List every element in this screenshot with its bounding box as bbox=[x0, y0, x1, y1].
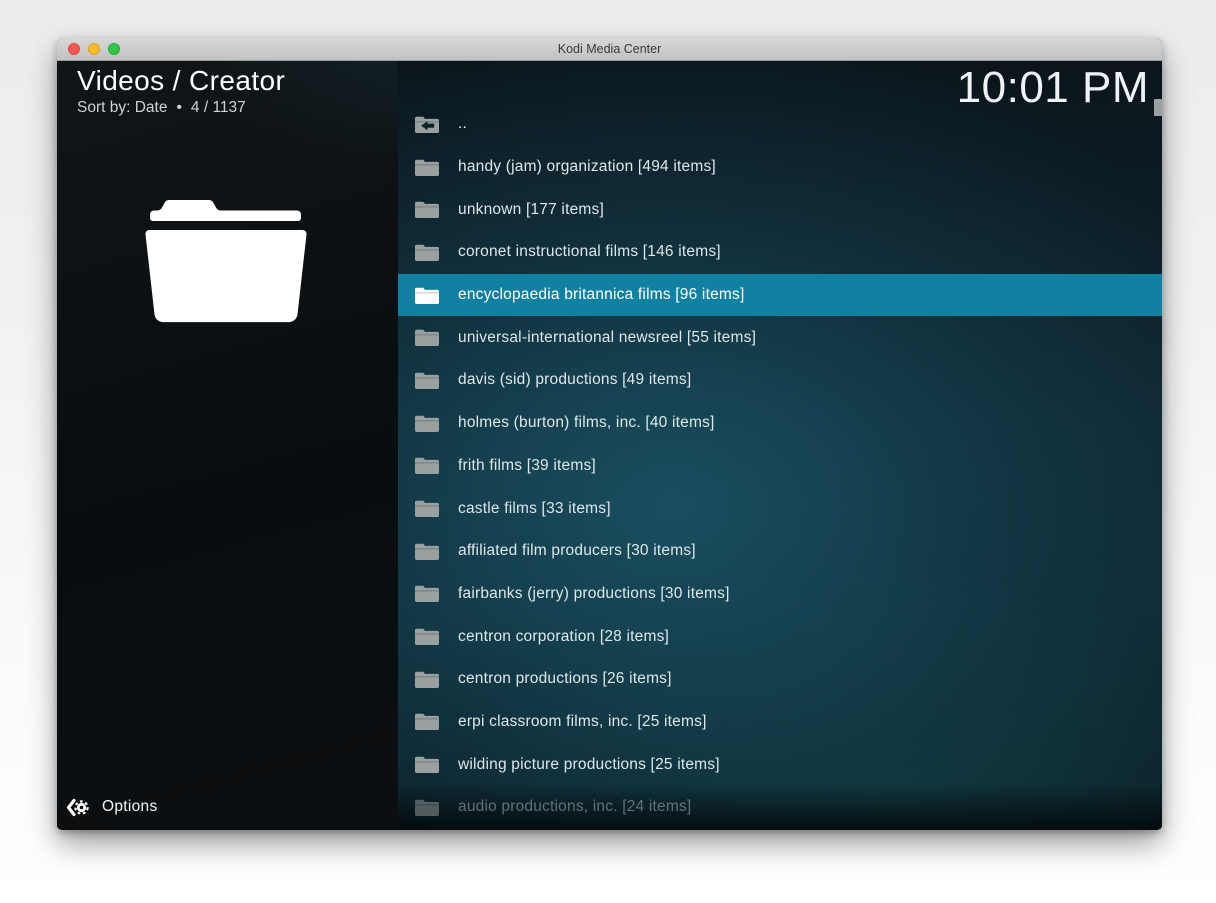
options-gear-icon bbox=[66, 798, 90, 817]
folder-icon bbox=[415, 755, 439, 774]
zoom-button[interactable] bbox=[108, 43, 120, 55]
window-titlebar: Kodi Media Center bbox=[57, 38, 1162, 61]
close-button[interactable] bbox=[68, 43, 80, 55]
folder-icon bbox=[415, 542, 439, 561]
window-title: Kodi Media Center bbox=[558, 42, 662, 56]
minimize-button[interactable] bbox=[88, 43, 100, 55]
folder-icon bbox=[415, 328, 439, 347]
page-title: Videos / Creator bbox=[77, 66, 398, 97]
scrollbar-handle[interactable] bbox=[1154, 99, 1162, 116]
list-item[interactable]: unknown [177 items] bbox=[398, 188, 1162, 231]
list-item[interactable]: audio productions, inc. [24 items] bbox=[398, 786, 1162, 829]
folder-icon bbox=[415, 371, 439, 390]
list-item[interactable]: davis (sid) productions [49 items] bbox=[398, 359, 1162, 402]
folder-icon bbox=[415, 670, 439, 689]
list-item-label: wilding picture productions [25 items] bbox=[458, 756, 720, 774]
list-item-label: universal-international newsreel [55 ite… bbox=[458, 329, 756, 347]
list-item-label: affiliated film producers [30 items] bbox=[458, 542, 696, 560]
list-item-label: fairbanks (jerry) productions [30 items] bbox=[458, 585, 730, 603]
options-label: Options bbox=[102, 798, 158, 816]
list-item[interactable]: fairbanks (jerry) productions [30 items] bbox=[398, 573, 1162, 616]
folder-icon bbox=[415, 712, 439, 731]
sidebar-panel: Videos / Creator Sort by: Date • 4 / 113… bbox=[57, 61, 398, 829]
list-item[interactable]: frith films [39 items] bbox=[398, 445, 1162, 488]
traffic-lights bbox=[68, 43, 120, 55]
bullet-separator: • bbox=[176, 99, 181, 117]
list-item-label: encyclopaedia britannica films [96 items… bbox=[458, 286, 744, 304]
list-item[interactable]: handy (jam) organization [494 items] bbox=[398, 146, 1162, 189]
folder-icon bbox=[415, 456, 439, 475]
list-item-label: centron productions [26 items] bbox=[458, 670, 672, 688]
folder-icon bbox=[415, 286, 439, 305]
clock: 10:01 PM bbox=[957, 63, 1149, 113]
sort-status: Sort by: Date • 4 / 1137 bbox=[77, 99, 398, 117]
list-item[interactable]: encyclopaedia britannica films [96 items… bbox=[398, 274, 1162, 317]
list-item-label: coronet instructional films [146 items] bbox=[458, 243, 721, 261]
list-item-label: handy (jam) organization [494 items] bbox=[458, 158, 716, 176]
folder-icon bbox=[415, 158, 439, 177]
list-item[interactable]: centron corporation [28 items] bbox=[398, 615, 1162, 658]
list-item[interactable]: castle films [33 items] bbox=[398, 487, 1162, 530]
list-item-label: centron corporation [28 items] bbox=[458, 628, 669, 646]
list-item[interactable]: erpi classroom films, inc. [25 items] bbox=[398, 701, 1162, 744]
large-folder-icon bbox=[139, 197, 313, 326]
list-item-label: unknown [177 items] bbox=[458, 201, 604, 219]
list-item-label: davis (sid) productions [49 items] bbox=[458, 371, 691, 389]
list-item[interactable]: affiliated film producers [30 items] bbox=[398, 530, 1162, 573]
list-item-label: audio productions, inc. [24 items] bbox=[458, 798, 691, 816]
folder-icon bbox=[415, 414, 439, 433]
list-item[interactable]: holmes (burton) films, inc. [40 items] bbox=[398, 402, 1162, 445]
options-button[interactable]: Options bbox=[66, 794, 168, 820]
list-item-label: .. bbox=[458, 115, 467, 133]
list-item-label: erpi classroom films, inc. [25 items] bbox=[458, 713, 707, 731]
folder-icon bbox=[415, 627, 439, 646]
folder-icon bbox=[415, 243, 439, 262]
parent-folder-icon bbox=[415, 115, 439, 134]
folder-icon bbox=[415, 798, 439, 817]
list-item[interactable]: centron productions [26 items] bbox=[398, 658, 1162, 701]
list-item-label: castle films [33 items] bbox=[458, 500, 611, 518]
sort-by-label: Sort by: Date bbox=[77, 99, 167, 117]
list-item[interactable]: wilding picture productions [25 items] bbox=[398, 743, 1162, 786]
file-list: .. handy (jam) organization [494 items] … bbox=[398, 103, 1162, 829]
view-header: Videos / Creator Sort by: Date • 4 / 113… bbox=[57, 61, 398, 117]
item-position: 4 / 1137 bbox=[191, 99, 246, 117]
list-item[interactable]: universal-international newsreel [55 ite… bbox=[398, 316, 1162, 359]
list-item-label: holmes (burton) films, inc. [40 items] bbox=[458, 414, 715, 432]
folder-icon bbox=[415, 499, 439, 518]
list-item-label: frith films [39 items] bbox=[458, 457, 596, 475]
folder-icon bbox=[415, 200, 439, 219]
folder-icon bbox=[415, 584, 439, 603]
kodi-content: Videos / Creator Sort by: Date • 4 / 113… bbox=[57, 61, 1162, 829]
list-item[interactable]: coronet instructional films [146 items] bbox=[398, 231, 1162, 274]
kodi-window: Kodi Media Center Videos / Creator Sort … bbox=[57, 38, 1162, 830]
file-list-panel: 10:01 PM .. handy (jam) organization [49… bbox=[398, 61, 1162, 829]
